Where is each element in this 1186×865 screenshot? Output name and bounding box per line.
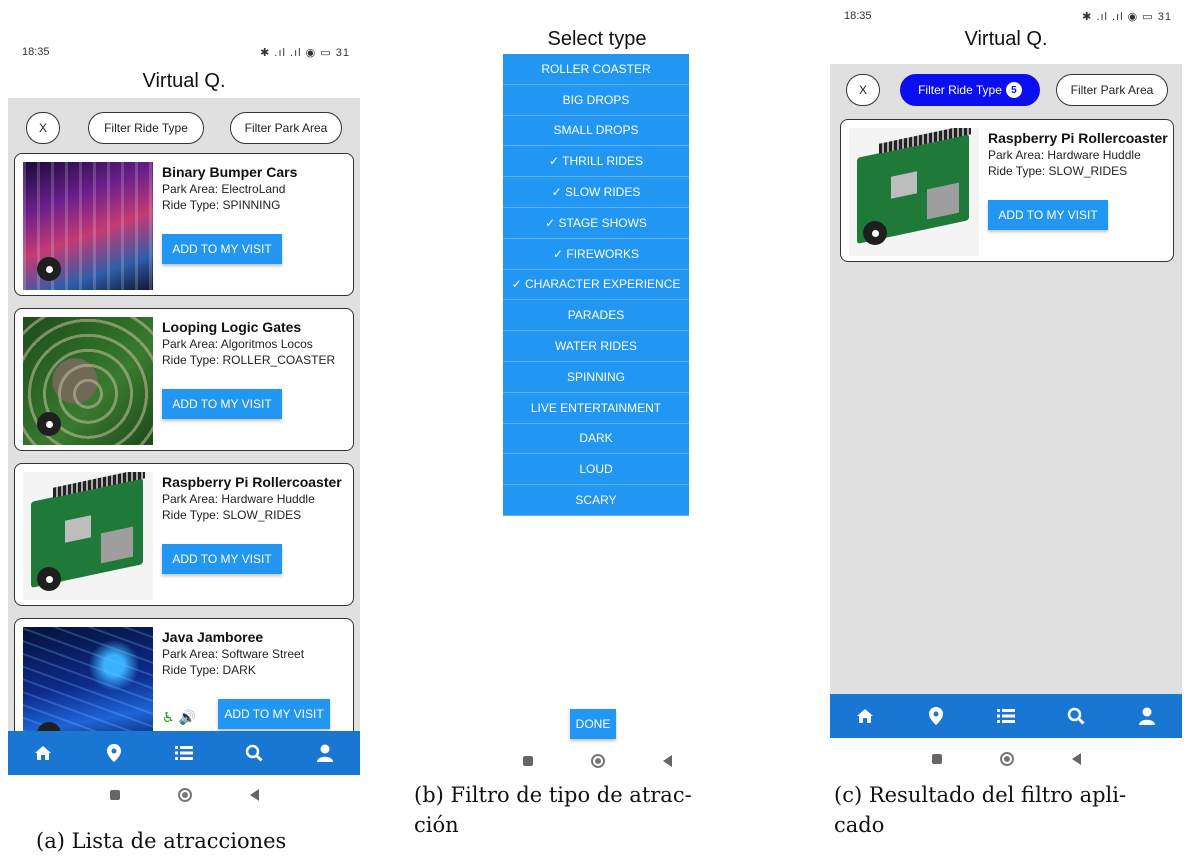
ride-list-area: X Filter Ride Type 5 Filter Park Area Ra… <box>830 64 1182 694</box>
clear-filters-button[interactable]: X <box>26 112 60 144</box>
search-icon[interactable] <box>1061 701 1091 731</box>
option-parades[interactable]: PARADES <box>503 300 689 332</box>
map-pin-icon[interactable] <box>863 221 887 245</box>
option-slow-rides[interactable]: ✓ SLOW RIDES <box>503 177 689 208</box>
caption-b: (b) Filtro de tipo de atrac- ción <box>414 780 794 840</box>
home-system-icon[interactable] <box>590 754 605 768</box>
status-icons: ✱ .ıl .ıl ◉ ▭ 31 <box>1082 11 1172 23</box>
filter-park-area-button[interactable]: Filter Park Area <box>1056 74 1168 106</box>
back-icon[interactable] <box>249 789 259 801</box>
app-title: Virtual Q. <box>964 28 1048 50</box>
map-pin-icon[interactable] <box>99 738 129 768</box>
list-icon[interactable] <box>991 701 1021 731</box>
recents-icon[interactable] <box>109 790 120 800</box>
system-nav-bar <box>830 744 1182 774</box>
ride-card[interactable]: Looping Logic Gates Park Area: Algoritmo… <box>14 308 354 451</box>
home-system-icon[interactable] <box>999 752 1014 766</box>
filter-ride-type-button[interactable]: Filter Ride Type 5 <box>900 74 1040 106</box>
filter-ride-type-label: Filter Ride Type <box>918 83 1002 97</box>
select-type-title: Select type <box>547 28 647 50</box>
ride-type: Ride Type: DARK <box>162 663 256 677</box>
caption-b-line-1: (b) Filtro de tipo de atrac- <box>414 783 692 807</box>
status-time: 18:35 <box>844 10 872 22</box>
search-icon[interactable] <box>239 738 269 768</box>
option-thrill-rides[interactable]: ✓ THRILL RIDES <box>503 146 689 178</box>
ride-park-area: Park Area: Algoritmos Locos <box>162 337 313 351</box>
recents-icon[interactable] <box>931 754 942 764</box>
screen-ride-list: 18:35 ✱ .ıl .ıl ◉ ▭ 31 Virtual Q. X Filt… <box>8 28 360 818</box>
home-icon[interactable] <box>850 701 880 731</box>
done-button[interactable]: DONE <box>570 709 616 739</box>
active-filter-count-badge: 5 <box>1005 82 1022 98</box>
user-icon[interactable] <box>310 738 340 768</box>
ride-list-area: X Filter Ride Type Filter Park Area Bina… <box>8 98 360 761</box>
map-pin-icon[interactable] <box>921 701 951 731</box>
ride-name: Raspberry Pi Rollercoaster <box>988 130 1168 146</box>
option-stage-shows[interactable]: ✓ STAGE SHOWS <box>503 207 689 239</box>
option-spinning[interactable]: SPINNING <box>503 361 689 393</box>
status-icons: ✱ .ıl .ıl ◉ ▭ 31 <box>260 47 350 59</box>
option-fireworks[interactable]: ✓ FIREWORKS <box>503 238 689 270</box>
screen-select-type: Select type ROLLER COASTER BIG DROPS SMA… <box>492 28 702 818</box>
home-system-icon[interactable] <box>177 788 192 802</box>
add-to-visit-button[interactable]: ADD TO MY VISIT <box>162 544 282 574</box>
option-loud[interactable]: LOUD <box>503 454 689 486</box>
map-pin-icon[interactable] <box>37 567 61 591</box>
add-to-visit-button[interactable]: ADD TO MY VISIT <box>218 699 330 729</box>
status-time: 18:35 <box>22 46 50 58</box>
ride-card[interactable]: Raspberry Pi Rollercoaster Park Area: Ha… <box>14 463 354 606</box>
system-nav-bar <box>492 746 702 776</box>
back-icon[interactable] <box>1071 753 1081 765</box>
caption-c-line-1: (c) Resultado del filtro apli- <box>834 783 1127 807</box>
ride-type: Ride Type: SPINNING <box>162 198 281 212</box>
ride-card[interactable]: Binary Bumper Cars Park Area: ElectroLan… <box>14 153 354 296</box>
ride-name: Raspberry Pi Rollercoaster <box>162 474 342 490</box>
user-icon[interactable] <box>1132 701 1162 731</box>
status-bar: 18:35 ✱ .ıl .ıl ◉ ▭ 31 <box>8 42 360 62</box>
clear-filters-button[interactable]: X <box>846 74 880 106</box>
option-scary[interactable]: SCARY <box>503 485 689 516</box>
list-icon[interactable] <box>169 738 199 768</box>
caption-c-line-2: cado <box>834 813 885 837</box>
ride-type-options: ROLLER COASTER BIG DROPS SMALL DROPS ✓ T… <box>503 54 689 516</box>
map-pin-icon[interactable] <box>37 412 61 436</box>
option-big-drops[interactable]: BIG DROPS <box>503 84 689 116</box>
ride-card[interactable]: Raspberry Pi Rollercoaster Park Area: Ha… <box>840 119 1174 262</box>
system-nav-bar <box>8 780 360 810</box>
option-dark[interactable]: DARK <box>503 423 689 455</box>
status-bar: 18:35 ✱ .ıl .ıl ◉ ▭ 31 <box>830 6 1182 26</box>
ride-type: Ride Type: SLOW_RIDES <box>988 164 1128 178</box>
caption-c: (c) Resultado del filtro apli- cado <box>834 780 1184 840</box>
ride-park-area: Park Area: ElectroLand <box>162 182 286 196</box>
caption-a: (a) Lista de atracciones <box>36 829 287 853</box>
filter-park-area-button[interactable]: Filter Park Area <box>230 112 342 144</box>
option-character-experience[interactable]: ✓ CHARACTER EXPERIENCE <box>503 269 689 301</box>
bottom-nav-bar <box>830 694 1182 738</box>
ride-park-area: Park Area: Software Street <box>162 647 305 661</box>
ride-type: Ride Type: SLOW_RIDES <box>162 508 302 522</box>
option-roller-coaster[interactable]: ROLLER COASTER <box>503 54 689 85</box>
ride-name: Binary Bumper Cars <box>162 164 298 180</box>
screen-filtered-result: 18:35 ✱ .ıl .ıl ◉ ▭ 31 Virtual Q. X Filt… <box>830 0 1182 790</box>
ride-park-area: Park Area: Hardware Huddle <box>988 148 1141 162</box>
accessibility-icons: ♿ 🔊 <box>162 709 196 725</box>
ride-name: Java Jamboree <box>162 629 264 645</box>
ride-park-area: Park Area: Hardware Huddle <box>162 492 315 506</box>
ride-name: Looping Logic Gates <box>162 319 302 335</box>
add-to-visit-button[interactable]: ADD TO MY VISIT <box>162 389 282 419</box>
option-live-entertainment[interactable]: LIVE ENTERTAINMENT <box>503 392 689 424</box>
add-to-visit-button[interactable]: ADD TO MY VISIT <box>162 234 282 264</box>
add-to-visit-button[interactable]: ADD TO MY VISIT <box>988 200 1108 230</box>
caption-b-line-2: ción <box>414 813 459 837</box>
map-pin-icon[interactable] <box>37 257 61 281</box>
back-icon[interactable] <box>662 755 672 767</box>
app-title: Virtual Q. <box>142 70 226 92</box>
option-small-drops[interactable]: SMALL DROPS <box>503 115 689 147</box>
recents-icon[interactable] <box>522 756 533 766</box>
home-icon[interactable] <box>28 738 58 768</box>
ride-type: Ride Type: ROLLER_COASTER <box>162 353 336 367</box>
filter-ride-type-button[interactable]: Filter Ride Type <box>88 112 204 144</box>
option-water-rides[interactable]: WATER RIDES <box>503 331 689 362</box>
bottom-nav-bar <box>8 731 360 775</box>
